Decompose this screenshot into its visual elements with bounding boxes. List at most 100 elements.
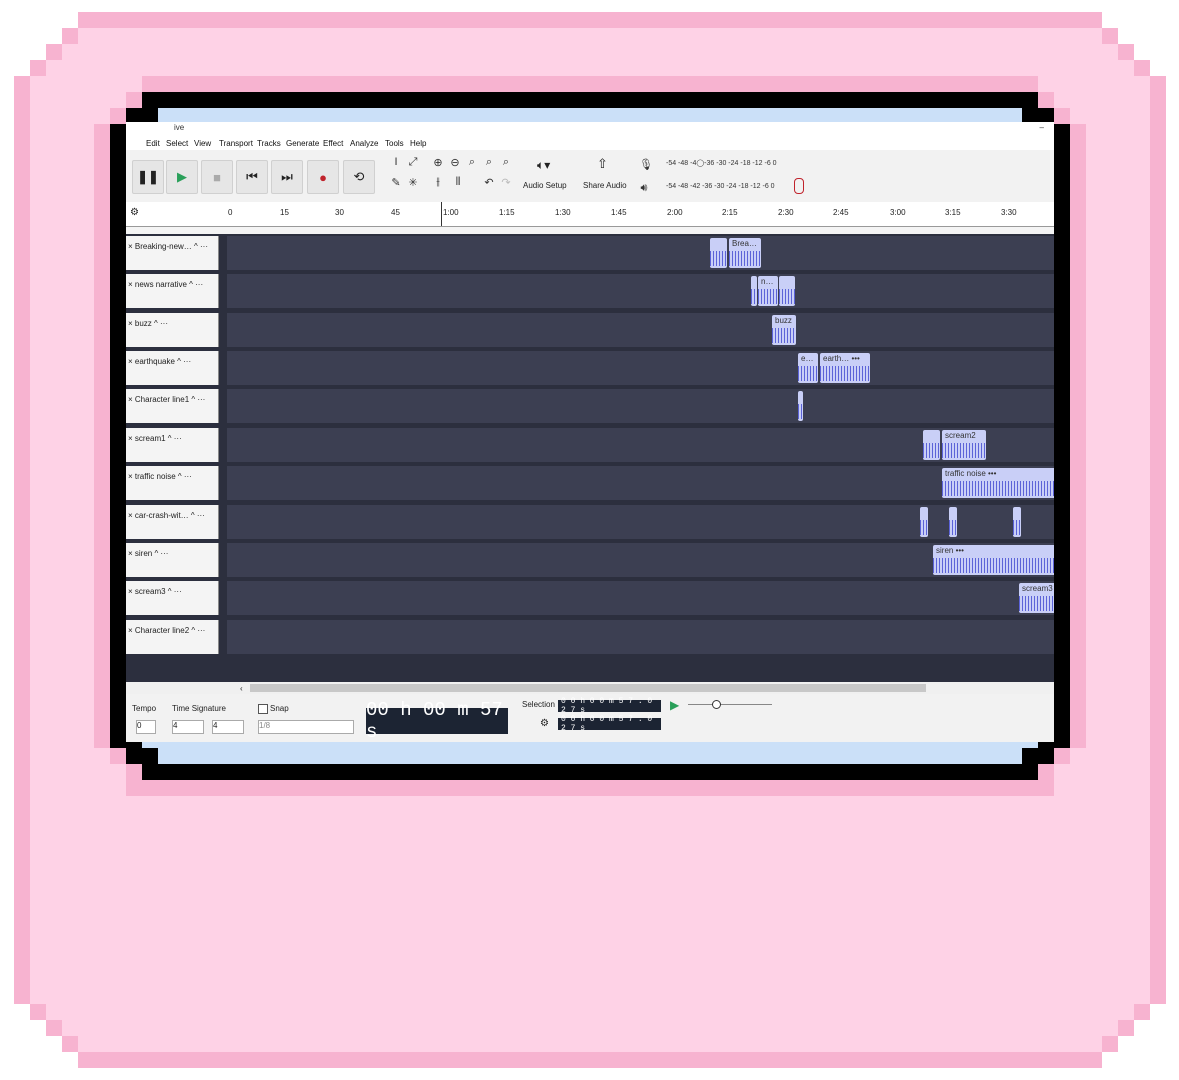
trim-icon[interactable]: ⫲ bbox=[430, 174, 446, 190]
snap-label: Snap bbox=[270, 704, 289, 713]
track-lane[interactable]: traffic noise ••• bbox=[227, 466, 1054, 500]
menu-view[interactable]: View bbox=[194, 139, 211, 148]
track-header[interactable]: × siren ^ ··· bbox=[126, 543, 219, 577]
tempo-input[interactable]: 0 bbox=[136, 720, 156, 734]
audio-clip[interactable]: siren ••• bbox=[933, 545, 1054, 575]
pause-button[interactable]: ❚❚ bbox=[132, 160, 164, 194]
play-speed-slider[interactable] bbox=[688, 704, 772, 705]
title-bar: ive – bbox=[126, 122, 1054, 136]
track-area[interactable]: × Breaking-new… ^ ··· × news narrative ^… bbox=[126, 234, 1054, 682]
ts-denominator-select[interactable]: 4 bbox=[212, 720, 244, 734]
track-header[interactable]: × Character line1 ^ ··· bbox=[126, 389, 219, 423]
silence-icon[interactable]: ⫴ bbox=[450, 174, 466, 190]
track-header[interactable]: × Breaking-new… ^ ··· bbox=[126, 236, 219, 270]
horizontal-scrollbar[interactable]: ‹ bbox=[126, 682, 1054, 694]
draw-tool-icon[interactable]: ✎ bbox=[388, 174, 404, 190]
stop-button[interactable]: ■ bbox=[201, 160, 233, 194]
fit-selection-icon[interactable]: ⌕ bbox=[464, 154, 480, 170]
menu-tracks[interactable]: Tracks bbox=[257, 139, 281, 148]
audio-clip[interactable]: scream2 bbox=[942, 430, 986, 460]
audio-clip[interactable]: buzz bbox=[772, 315, 796, 345]
audio-clip[interactable]: Brea… bbox=[729, 238, 761, 268]
menu-transport[interactable]: Transport bbox=[219, 139, 253, 148]
share-audio-button[interactable]: ⇧ Share Audio bbox=[581, 154, 629, 198]
audio-clip[interactable] bbox=[751, 276, 757, 306]
zoom-toggle-icon[interactable]: ⌕ bbox=[498, 154, 514, 170]
track-lane[interactable] bbox=[227, 620, 1054, 654]
track-lane[interactable] bbox=[227, 389, 1054, 423]
scroll-left-icon[interactable]: ‹ bbox=[240, 684, 243, 693]
selection-start-field[interactable]: 0 0 h 0 0 m 5 7 . 0 2 7 s bbox=[558, 697, 661, 715]
audio-clip[interactable] bbox=[1013, 507, 1021, 537]
audio-clip[interactable] bbox=[920, 507, 928, 537]
fit-project-icon[interactable]: ⌕ bbox=[481, 154, 497, 170]
menu-edit[interactable]: Edit bbox=[146, 139, 160, 148]
loop-button[interactable]: ⟲ bbox=[343, 160, 375, 194]
track-lane[interactable] bbox=[227, 505, 1054, 539]
menu-tools[interactable]: Tools bbox=[385, 139, 404, 148]
audio-clip[interactable] bbox=[949, 507, 957, 537]
track-header[interactable]: × buzz ^ ··· bbox=[126, 313, 219, 347]
track-header[interactable]: × earthquake ^ ··· bbox=[126, 351, 219, 385]
audio-clip[interactable] bbox=[710, 238, 727, 268]
playback-volume-slider[interactable] bbox=[794, 178, 804, 194]
ts-numerator-input[interactable]: 4 bbox=[172, 720, 204, 734]
multi-tool-icon[interactable]: ✳ bbox=[405, 174, 421, 190]
track-lane[interactable]: scream2 bbox=[227, 428, 1054, 462]
audio-clip[interactable]: n… bbox=[758, 276, 778, 306]
audio-clip[interactable] bbox=[923, 430, 940, 460]
minimize-button[interactable]: – bbox=[1040, 123, 1044, 132]
menu-select[interactable]: Select bbox=[166, 139, 188, 148]
audio-clip[interactable]: e… bbox=[798, 353, 818, 383]
play-button[interactable]: ▶ bbox=[166, 160, 198, 194]
timeline-settings-icon[interactable]: ⚙ bbox=[130, 207, 139, 218]
menu-generate[interactable]: Generate bbox=[286, 139, 319, 148]
track-header[interactable]: × scream3 ^ ··· bbox=[126, 581, 219, 615]
redo-icon[interactable]: ↷ bbox=[498, 174, 514, 190]
envelope-tool-icon[interactable]: ⤢ bbox=[405, 154, 421, 170]
track-header[interactable]: × scream1 ^ ··· bbox=[126, 428, 219, 462]
audio-clip[interactable]: scream3 ••• bbox=[1019, 583, 1054, 613]
zoom-in-icon[interactable]: ⊕ bbox=[430, 154, 446, 170]
scroll-thumb[interactable] bbox=[250, 684, 926, 692]
playback-meter-scale[interactable]: -54 -48 -42 -36 -30 -24 -18 -12 -6 0 bbox=[666, 183, 775, 190]
skip-start-button[interactable]: ⏮ bbox=[236, 160, 268, 194]
audio-clip[interactable] bbox=[779, 276, 795, 306]
track-lane[interactable]: e… earth… ••• bbox=[227, 351, 1054, 385]
menu-analyze[interactable]: Analyze bbox=[350, 139, 378, 148]
snap-select[interactable]: 1/8 bbox=[258, 720, 354, 734]
track-header[interactable]: × news narrative ^ ··· bbox=[126, 274, 219, 308]
undo-icon[interactable]: ↶ bbox=[481, 174, 497, 190]
track-lane[interactable]: siren ••• bbox=[227, 543, 1054, 577]
audio-clip[interactable] bbox=[798, 391, 803, 421]
selection-tool-icon[interactable]: I bbox=[388, 154, 404, 170]
microphone-icon[interactable]: 🎙︎ bbox=[638, 156, 654, 172]
record-button[interactable]: ● bbox=[307, 160, 339, 194]
time-display[interactable]: 00 h 00 m 57 s bbox=[366, 699, 508, 742]
play-at-speed-icon[interactable]: ▶ bbox=[670, 698, 679, 712]
audio-setup-button[interactable]: 🔈︎▾ Audio Setup bbox=[523, 154, 571, 198]
timeline-ruler[interactable]: ⚙ 0 15 30 45 1:00 1:15 1:30 1:45 2:00 2:… bbox=[126, 202, 1054, 227]
zoom-out-icon[interactable]: ⊖ bbox=[447, 154, 463, 170]
menu-effect[interactable]: Effect bbox=[323, 139, 343, 148]
track-name: × siren ^ ··· bbox=[128, 549, 169, 558]
loop-icon: ⟲ bbox=[353, 169, 365, 184]
record-meter-scale[interactable]: -54 -48 -4◯-36 -30 -24 -18 -12 -6 0 bbox=[666, 159, 777, 167]
selection-label: Selection bbox=[522, 700, 555, 709]
selection-end-field[interactable]: 0 0 h 0 0 m 5 7 . 0 2 7 s bbox=[558, 715, 661, 733]
track-lane[interactable]: scream3 ••• bbox=[227, 581, 1054, 615]
track-lane[interactable]: Brea… bbox=[227, 236, 1054, 270]
track-header[interactable]: × traffic noise ^ ··· bbox=[126, 466, 219, 500]
track-header[interactable]: × Character line2 ^ ··· bbox=[126, 620, 219, 654]
audio-clip[interactable]: traffic noise ••• bbox=[942, 468, 1054, 498]
play-speed-thumb[interactable] bbox=[712, 700, 721, 709]
playback-speaker-icon[interactable]: 🔊︎ bbox=[636, 180, 652, 196]
track-lane[interactable]: n… bbox=[227, 274, 1054, 308]
audio-clip[interactable]: earth… ••• bbox=[820, 353, 870, 383]
skip-end-button[interactable]: ⏭ bbox=[271, 160, 303, 194]
track-lane[interactable]: buzz bbox=[227, 313, 1054, 347]
selection-settings-icon[interactable]: ⚙ bbox=[540, 718, 549, 729]
menu-help[interactable]: Help bbox=[410, 139, 426, 148]
track-header[interactable]: × car-crash-wit… ^ ··· bbox=[126, 505, 219, 539]
snap-checkbox[interactable] bbox=[258, 704, 268, 714]
